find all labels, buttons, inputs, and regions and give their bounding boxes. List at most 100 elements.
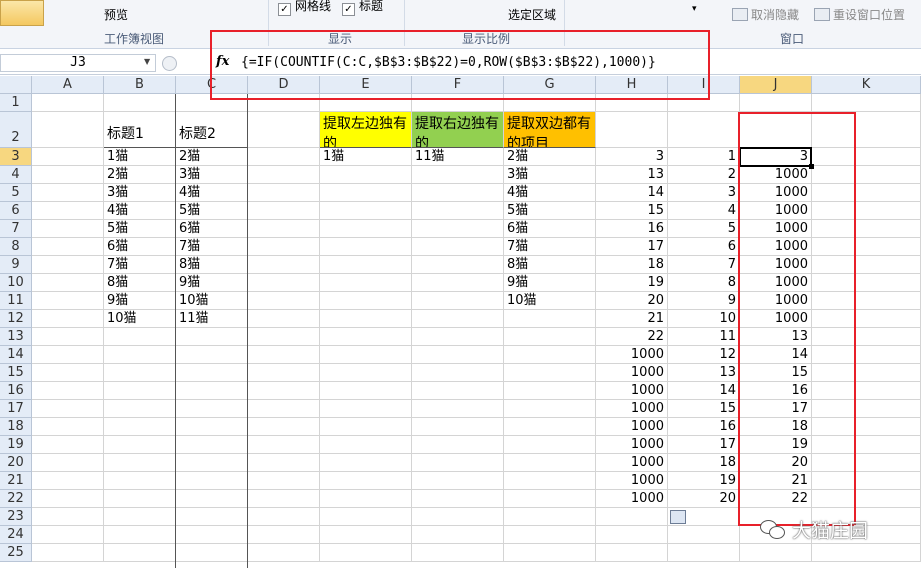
data-cell-B12[interactable]: 10猫 bbox=[104, 310, 176, 328]
grid-cell[interactable] bbox=[176, 400, 248, 418]
preview-button[interactable]: 预览 bbox=[104, 6, 128, 23]
column-header-B[interactable]: B bbox=[104, 76, 176, 94]
data-cell-I16[interactable]: 14 bbox=[668, 382, 740, 400]
grid-cell[interactable] bbox=[596, 508, 668, 526]
row-header-13[interactable]: 13 bbox=[0, 328, 32, 346]
data-cell-H5[interactable]: 14 bbox=[596, 184, 668, 202]
grid-cell[interactable] bbox=[176, 526, 248, 544]
grid-cell[interactable] bbox=[176, 418, 248, 436]
grid-cell[interactable] bbox=[412, 328, 504, 346]
grid-cell[interactable] bbox=[248, 508, 320, 526]
grid-cell[interactable] bbox=[248, 166, 320, 184]
grid-cell[interactable] bbox=[248, 148, 320, 166]
data-cell-G3[interactable]: 2猫 bbox=[504, 148, 596, 166]
data-cell-H9[interactable]: 18 bbox=[596, 256, 668, 274]
data-cell-H10[interactable]: 19 bbox=[596, 274, 668, 292]
data-cell-B10[interactable]: 8猫 bbox=[104, 274, 176, 292]
data-cell-C4[interactable]: 3猫 bbox=[176, 166, 248, 184]
grid-cell[interactable] bbox=[32, 94, 104, 112]
grid-cell[interactable] bbox=[412, 382, 504, 400]
grid-cell[interactable] bbox=[248, 454, 320, 472]
grid-cell[interactable] bbox=[32, 454, 104, 472]
grid-cell[interactable] bbox=[248, 256, 320, 274]
grid-cell[interactable] bbox=[32, 274, 104, 292]
unhide-button[interactable]: 取消隐藏 bbox=[732, 6, 799, 23]
grid-cell[interactable] bbox=[320, 166, 412, 184]
grid-cell[interactable] bbox=[412, 220, 504, 238]
grid-cell[interactable] bbox=[320, 382, 412, 400]
row-header-17[interactable]: 17 bbox=[0, 400, 32, 418]
data-cell-I22[interactable]: 20 bbox=[668, 490, 740, 508]
grid-cell[interactable] bbox=[504, 346, 596, 364]
data-cell-H4[interactable]: 13 bbox=[596, 166, 668, 184]
data-cell-H12[interactable]: 21 bbox=[596, 310, 668, 328]
grid-cell[interactable] bbox=[504, 544, 596, 562]
row-header-15[interactable]: 15 bbox=[0, 364, 32, 382]
grid-cell[interactable] bbox=[32, 310, 104, 328]
grid-cell[interactable] bbox=[320, 490, 412, 508]
grid-cell[interactable] bbox=[104, 508, 176, 526]
grid-cell[interactable] bbox=[104, 436, 176, 454]
data-cell-I13[interactable]: 11 bbox=[668, 328, 740, 346]
grid-cell[interactable] bbox=[812, 544, 921, 562]
data-cell-H8[interactable]: 17 bbox=[596, 238, 668, 256]
grid-cell[interactable] bbox=[320, 220, 412, 238]
grid-cell[interactable] bbox=[320, 346, 412, 364]
grid-cell[interactable] bbox=[32, 202, 104, 220]
row-header-20[interactable]: 20 bbox=[0, 454, 32, 472]
row-header-2[interactable]: 2 bbox=[0, 112, 32, 148]
grid-cell[interactable] bbox=[32, 472, 104, 490]
data-cell-G9[interactable]: 8猫 bbox=[504, 256, 596, 274]
grid-cell[interactable] bbox=[504, 364, 596, 382]
grid-cell[interactable] bbox=[248, 274, 320, 292]
grid-cell[interactable] bbox=[412, 184, 504, 202]
grid-cell[interactable] bbox=[104, 346, 176, 364]
data-cell-I6[interactable]: 4 bbox=[668, 202, 740, 220]
data-cell-C12[interactable]: 11猫 bbox=[176, 310, 248, 328]
data-cell-H20[interactable]: 1000 bbox=[596, 454, 668, 472]
data-cell-G5[interactable]: 4猫 bbox=[504, 184, 596, 202]
grid-cell[interactable] bbox=[320, 526, 412, 544]
grid-cell[interactable] bbox=[504, 490, 596, 508]
grid-cell[interactable] bbox=[32, 184, 104, 202]
grid-cell[interactable] bbox=[32, 328, 104, 346]
grid-cell[interactable] bbox=[412, 364, 504, 382]
grid-cell[interactable] bbox=[32, 292, 104, 310]
data-cell-I9[interactable]: 7 bbox=[668, 256, 740, 274]
data-cell-C8[interactable]: 7猫 bbox=[176, 238, 248, 256]
grid-cell[interactable] bbox=[504, 472, 596, 490]
grid-cell[interactable] bbox=[32, 346, 104, 364]
grid-cell[interactable] bbox=[668, 112, 740, 148]
grid-cell[interactable] bbox=[176, 544, 248, 562]
data-cell-H11[interactable]: 20 bbox=[596, 292, 668, 310]
name-box[interactable]: J3 bbox=[0, 54, 156, 72]
data-cell-B6[interactable]: 4猫 bbox=[104, 202, 176, 220]
data-cell-I5[interactable]: 3 bbox=[668, 184, 740, 202]
grid-cell[interactable] bbox=[320, 472, 412, 490]
row-header-21[interactable]: 21 bbox=[0, 472, 32, 490]
data-cell-E3[interactable]: 1猫 bbox=[320, 148, 412, 166]
grid-cell[interactable] bbox=[32, 220, 104, 238]
grid-cell[interactable] bbox=[668, 544, 740, 562]
data-cell-I4[interactable]: 2 bbox=[668, 166, 740, 184]
grid-cell[interactable] bbox=[320, 256, 412, 274]
grid-cell[interactable] bbox=[504, 526, 596, 544]
data-cell-H16[interactable]: 1000 bbox=[596, 382, 668, 400]
data-cell-C7[interactable]: 6猫 bbox=[176, 220, 248, 238]
grid-cell[interactable] bbox=[248, 364, 320, 382]
grid-cell[interactable] bbox=[104, 94, 176, 112]
grid-cell[interactable] bbox=[32, 238, 104, 256]
data-cell-B7[interactable]: 5猫 bbox=[104, 220, 176, 238]
row-header-14[interactable]: 14 bbox=[0, 346, 32, 364]
grid-cell[interactable] bbox=[320, 454, 412, 472]
grid-cell[interactable] bbox=[248, 220, 320, 238]
data-cell-I18[interactable]: 16 bbox=[668, 418, 740, 436]
data-cell-I12[interactable]: 10 bbox=[668, 310, 740, 328]
data-cell-I10[interactable]: 8 bbox=[668, 274, 740, 292]
row-header-6[interactable]: 6 bbox=[0, 202, 32, 220]
grid-cell[interactable] bbox=[248, 310, 320, 328]
data-cell-I14[interactable]: 12 bbox=[668, 346, 740, 364]
grid-cell[interactable] bbox=[32, 364, 104, 382]
header-cell-C[interactable]: 标题2 bbox=[176, 112, 248, 148]
grid-cell[interactable] bbox=[32, 526, 104, 544]
